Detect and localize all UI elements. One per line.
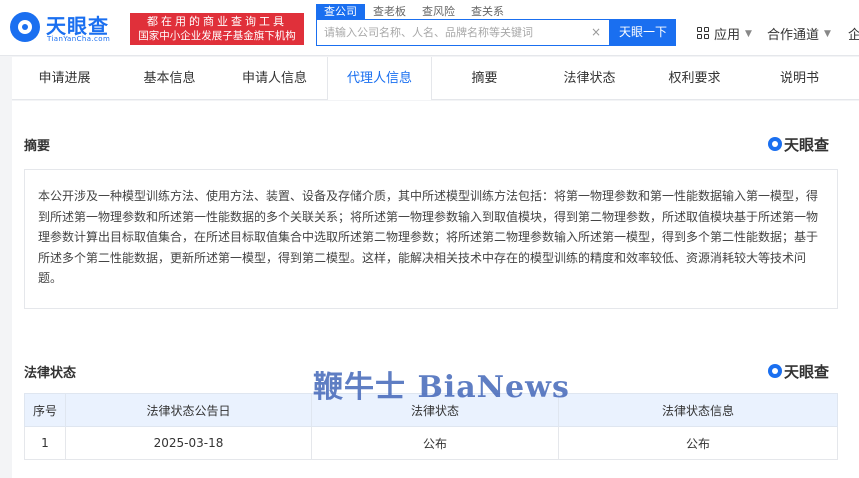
bianews-watermark: 鞭牛士 BiaNews — [313, 370, 570, 405]
top-header: 天眼查 TianYanCha.com 都在用的商业查询工具 国家中小企业发展子基… — [0, 0, 859, 56]
search-type-tabs: 查公司 查老板 查风险 查关系 — [316, 4, 512, 19]
tab-basic-info[interactable]: 基本信息 — [117, 57, 222, 100]
tab-legal-status[interactable]: 法律状态 — [537, 57, 642, 100]
tab-applicant-info[interactable]: 申请人信息 — [222, 57, 327, 100]
table-row: 1 2025-03-18 公布 公布 — [24, 426, 838, 460]
legal-status-title: 法律状态 — [24, 366, 77, 381]
cooperation-menu[interactable]: 合作通道 ▼ — [767, 24, 831, 43]
eye-logo-icon — [768, 364, 782, 378]
search-box: × — [316, 19, 610, 46]
logo-domain: TianYanCha.com — [47, 35, 111, 43]
eye-logo-icon — [768, 137, 782, 151]
slogan-line-1: 都在用的商业查询工具 — [147, 15, 287, 28]
search-tab-risk[interactable]: 查风险 — [414, 4, 463, 19]
tab-abstract[interactable]: 摘要 — [432, 57, 537, 100]
clear-icon[interactable]: × — [591, 25, 601, 39]
badge-label: 天眼查 — [784, 135, 830, 154]
slogan-banner: 都在用的商业查询工具 国家中小企业发展子基金旗下机构 — [130, 13, 304, 45]
search-button[interactable]: 天眼一下 — [610, 19, 676, 46]
apps-menu[interactable]: 应用 ▼ — [697, 24, 752, 43]
apps-label: 应用 — [714, 28, 741, 43]
search-input[interactable] — [317, 20, 587, 45]
tianyancha-badge: 天眼查 — [768, 135, 830, 154]
enterprise-menu[interactable]: 企 — [848, 24, 859, 43]
patent-nav-tabs: 申请进展 基本信息 申请人信息 代理人信息 摘要 法律状态 权利要求 说明书 — [12, 57, 859, 100]
chevron-down-icon: ▼ — [824, 28, 831, 39]
search-tab-boss[interactable]: 查老板 — [365, 4, 414, 19]
column-header-date: 法律状态公告日 — [65, 393, 312, 427]
cell-info: 公布 — [558, 426, 838, 460]
grid-icon — [697, 27, 710, 40]
cooperation-label: 合作通道 — [767, 28, 820, 43]
cell-date: 2025-03-18 — [65, 426, 312, 460]
tianyancha-badge: 天眼查 — [768, 362, 830, 381]
tab-specification[interactable]: 说明书 — [747, 57, 852, 100]
badge-label: 天眼查 — [784, 362, 830, 381]
cell-status: 公布 — [311, 426, 559, 460]
search-tab-relation[interactable]: 查关系 — [463, 4, 512, 19]
search-tab-company[interactable]: 查公司 — [316, 4, 365, 19]
slogan-line-2: 国家中小企业发展子基金旗下机构 — [138, 30, 296, 42]
abstract-title: 摘要 — [24, 139, 51, 154]
eye-logo-icon — [10, 12, 40, 42]
tab-agent-info[interactable]: 代理人信息 — [327, 57, 432, 100]
main-content: 摘要 天眼查 本公开涉及一种模型训练方法、使用方法、装置、设备及存储介质，其中所… — [12, 101, 859, 478]
tianyancha-logo[interactable]: 天眼查 TianYanCha.com — [10, 10, 125, 46]
tab-claims[interactable]: 权利要求 — [642, 57, 747, 100]
abstract-text: 本公开涉及一种模型训练方法、使用方法、装置、设备及存储介质，其中所述模型训练方法… — [24, 169, 838, 309]
column-header-no: 序号 — [24, 393, 66, 427]
chevron-down-icon: ▼ — [745, 28, 752, 39]
cell-no: 1 — [24, 426, 66, 460]
column-header-info: 法律状态信息 — [558, 393, 838, 427]
tab-application-progress[interactable]: 申请进展 — [12, 57, 117, 100]
